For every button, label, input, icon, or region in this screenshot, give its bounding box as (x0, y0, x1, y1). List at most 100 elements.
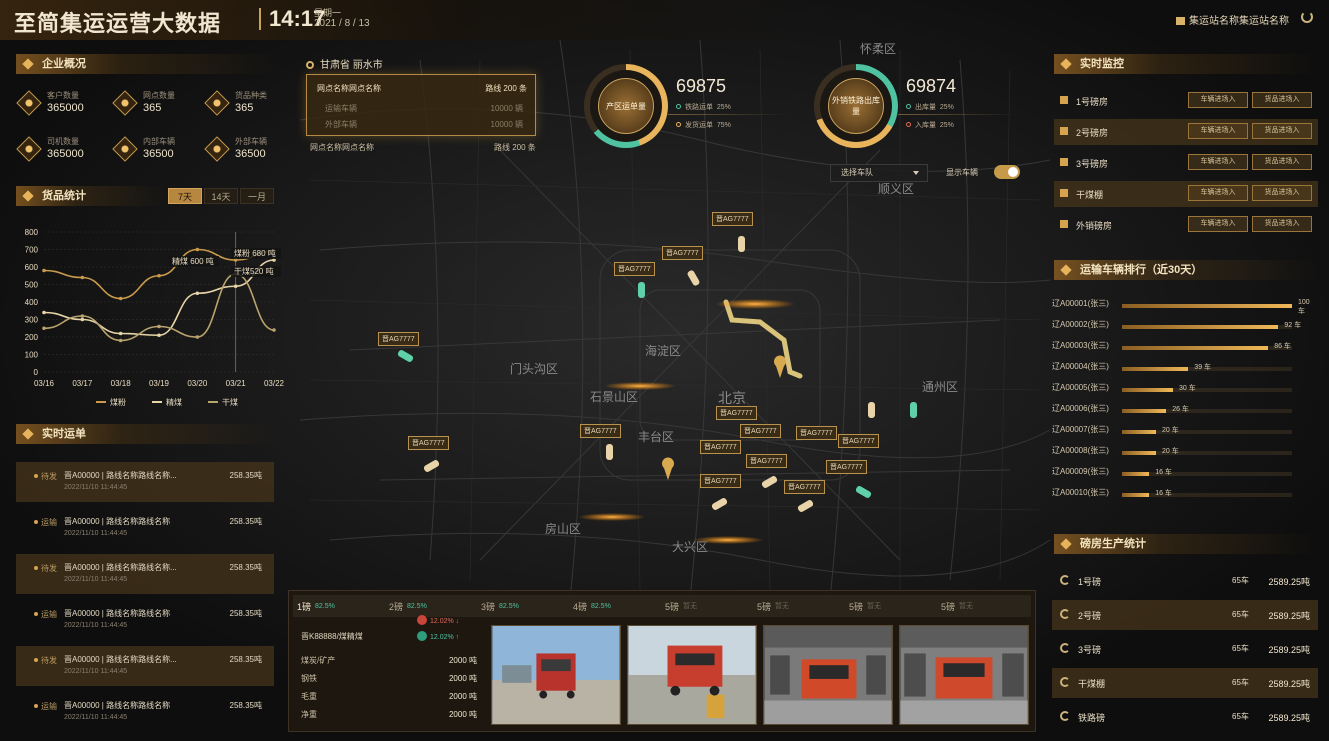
refresh-icon[interactable] (1301, 11, 1313, 23)
route-name[interactable]: 网点名称网点名称 (310, 142, 374, 153)
production-value: 69875 (676, 76, 727, 96)
map-label-beijing: 北京 (718, 390, 746, 406)
waybill-row[interactable]: 运输 晋A00000 | 路线名称路线名称 2022/11/10 11:44:45 2… (16, 508, 274, 548)
ranking-row[interactable]: 辽A00005(张三) 30 车 (1052, 380, 1314, 400)
monitor-row[interactable]: 3号磅房 车辆进场入 货品进场入 (1054, 150, 1318, 176)
vehicle-tag[interactable]: 晋AG7777 (712, 212, 753, 226)
fleet-select[interactable]: 选择车队 (830, 164, 928, 182)
vehicle-tag[interactable]: 晋AG7777 (746, 454, 787, 468)
ranking-name: 辽A00006(张三) (1052, 404, 1109, 413)
tab-7days[interactable]: 7天 (168, 188, 202, 204)
waybill-row[interactable]: 待发 晋A00000 | 路线名称路线名称... 2022/11/10 11:44:… (16, 646, 274, 686)
goods-in-button[interactable]: 货品进场入 (1252, 185, 1312, 201)
tab-weighbridge-5[interactable]: 5磅 暂无 (661, 600, 753, 613)
tab-weighbridge-8[interactable]: 5磅 暂无 (937, 600, 1029, 613)
weigh-production-row[interactable]: 2号磅 65车 2589.25吨 (1052, 600, 1318, 630)
series-line (43, 273, 275, 342)
vehicle-in-button[interactable]: 车辆进场入 (1188, 216, 1248, 232)
vehicle-tag[interactable]: 晋AG7777 (580, 424, 621, 438)
monitor-row[interactable]: 外销磅房 车辆进场入 货品进场入 (1054, 212, 1318, 238)
route-sub-label: 运输车辆 (325, 104, 357, 113)
y-tick-label: 700 (25, 246, 39, 255)
ranking-value: 92 车 (1284, 322, 1302, 329)
station-selector[interactable]: 集运站名称集运站名称 (1176, 12, 1289, 27)
tab-weighbridge-1[interactable]: 1磅 82.5% (293, 600, 385, 613)
tab-weighbridge-6[interactable]: 5磅 暂无 (753, 600, 845, 613)
weigh-production-row[interactable]: 干煤棚 65车 2589.25吨 (1052, 668, 1318, 698)
waybill-name: 晋A00000 | 路线名称路线名称... (64, 655, 177, 664)
camera-photo[interactable] (491, 625, 621, 725)
waybill-weight: 258.35吨 (229, 655, 262, 664)
vehicle-tag[interactable]: 晋AG7777 (662, 246, 703, 260)
tab-weighbridge-3[interactable]: 3磅 82.5% (477, 600, 569, 613)
vehicle-tag[interactable]: 晋AG7777 (826, 460, 867, 474)
waybill-row[interactable]: 待发 晋A00000 | 路线名称路线名称... 2022/11/10 11:44:… (16, 554, 274, 594)
waybill-row[interactable]: 待发 晋A00000 | 路线名称路线名称... 2022/11/10 11:44:… (16, 462, 274, 502)
waybill-row[interactable]: 运输 晋A00000 | 路线名称路线名称 2022/11/10 11:44:45 2… (16, 692, 274, 732)
vehicle-tag[interactable]: 晋AG7777 (796, 426, 837, 440)
tab-weighbridge-7[interactable]: 5磅 暂无 (845, 600, 937, 613)
weigh-weight: 2589.25吨 (1268, 713, 1310, 723)
waybill-weight: 258.35吨 (229, 701, 262, 710)
vehicle-tag[interactable]: 晋AG7777 (716, 406, 757, 420)
monitor-row[interactable]: 2号磅房 车辆进场入 货品进场入 (1054, 119, 1318, 145)
show-vehicles-toggle[interactable] (994, 165, 1020, 179)
waybill-row[interactable]: 运输 晋A00000 | 路线名称路线名称 2022/11/10 11:44:45 2… (16, 600, 274, 640)
vehicle-tag[interactable]: 晋AG7777 (784, 480, 825, 494)
ranking-row[interactable]: 辽A00003(张三) 86 车 (1052, 338, 1314, 358)
circle-label: 产区运单量 (606, 101, 646, 111)
refresh-icon (1060, 643, 1070, 653)
route-item-active[interactable]: 网点名称网点名称 路线 200 条 运输车辆 10000 辆 外部车辆 1000… (306, 74, 536, 136)
weigh-production-row[interactable]: 1号磅 65车 2589.25吨 (1052, 566, 1318, 596)
ranking-row[interactable]: 辽A00009(张三) 16 车 (1052, 464, 1314, 484)
truck-icon[interactable] (868, 402, 875, 418)
monitor-row[interactable]: 1号磅房 车辆进场入 货品进场入 (1054, 88, 1318, 114)
vehicle-in-button[interactable]: 车辆进场入 (1188, 185, 1248, 201)
map-label-shunyi: 顺义区 (878, 182, 915, 196)
goods-in-button[interactable]: 货品进场入 (1252, 216, 1312, 232)
vehicle-tag[interactable]: 晋AG7777 (378, 332, 419, 346)
weigh-production-row[interactable]: 3号磅 65车 2589.25吨 (1052, 634, 1318, 664)
vehicle-in-button[interactable]: 车辆进场入 (1188, 154, 1248, 170)
truck-icon[interactable] (738, 236, 745, 252)
vehicle-tag[interactable]: 晋AG7777 (838, 434, 879, 448)
goods-in-button[interactable]: 货品进场入 (1252, 154, 1312, 170)
tab-month[interactable]: 一月 (240, 188, 274, 204)
data-point (195, 291, 200, 296)
goods-in-button[interactable]: 货品进场入 (1252, 123, 1312, 139)
map-label-haidian: 海淀区 (645, 344, 682, 358)
truck-icon[interactable] (638, 282, 645, 298)
vehicle-in-button[interactable]: 车辆进场入 (1188, 92, 1248, 108)
camera-photo[interactable] (627, 625, 757, 725)
vehicle-tag[interactable]: 晋AG7777 (700, 474, 741, 488)
vehicle-tag[interactable]: 晋AG7777 (740, 424, 781, 438)
ranking-row[interactable]: 辽A00001(张三) 100 车 (1052, 296, 1314, 316)
vehicle-tag[interactable]: 晋AG7777 (614, 262, 655, 276)
monitor-row[interactable]: 干煤棚 车辆进场入 货品进场入 (1054, 181, 1318, 207)
waybill-status: 待发 (41, 564, 57, 573)
ranking-row[interactable]: 辽A00004(张三) 39 车 (1052, 359, 1314, 379)
weigh-production-row[interactable]: 铁路磅 65车 2589.25吨 (1052, 702, 1318, 732)
camera-photo[interactable] (899, 625, 1029, 725)
ranking-row[interactable]: 辽A00002(张三) 92 车 (1052, 317, 1314, 337)
ranking-row[interactable]: 辽A00010(张三) 16 车 (1052, 485, 1314, 505)
truck-icon[interactable] (606, 444, 613, 460)
tab-weighbridge-4[interactable]: 4磅 82.5% (569, 600, 661, 613)
ranking-row[interactable]: 辽A00008(张三) 20 车 (1052, 443, 1314, 463)
camera-photo[interactable] (763, 625, 893, 725)
tab-weighbridge-2[interactable]: 2磅 82.5% (385, 600, 477, 613)
goods-in-button[interactable]: 货品进场入 (1252, 92, 1312, 108)
waybill-name: 晋A00000 | 路线名称路线名称... (64, 471, 177, 480)
vehicle-tag[interactable]: 晋AG7777 (700, 440, 741, 454)
location-selector[interactable]: 甘肃省 丽水市 (306, 56, 383, 71)
ranking-row[interactable]: 辽A00007(张三) 20 车 (1052, 422, 1314, 442)
ranking-row[interactable]: 辽A00006(张三) 26 车 (1052, 401, 1314, 421)
vehicle-in-button[interactable]: 车辆进场入 (1188, 123, 1248, 139)
ranking-value: 86 车 (1274, 343, 1291, 350)
tab-14days[interactable]: 14天 (204, 188, 238, 204)
header-divider (259, 8, 261, 30)
vehicle-tag[interactable]: 晋AG7777 (408, 436, 449, 450)
weigh-count: 65车 (1232, 610, 1249, 619)
monitor-name: 2号磅房 (1076, 128, 1109, 138)
truck-icon[interactable] (910, 402, 917, 418)
